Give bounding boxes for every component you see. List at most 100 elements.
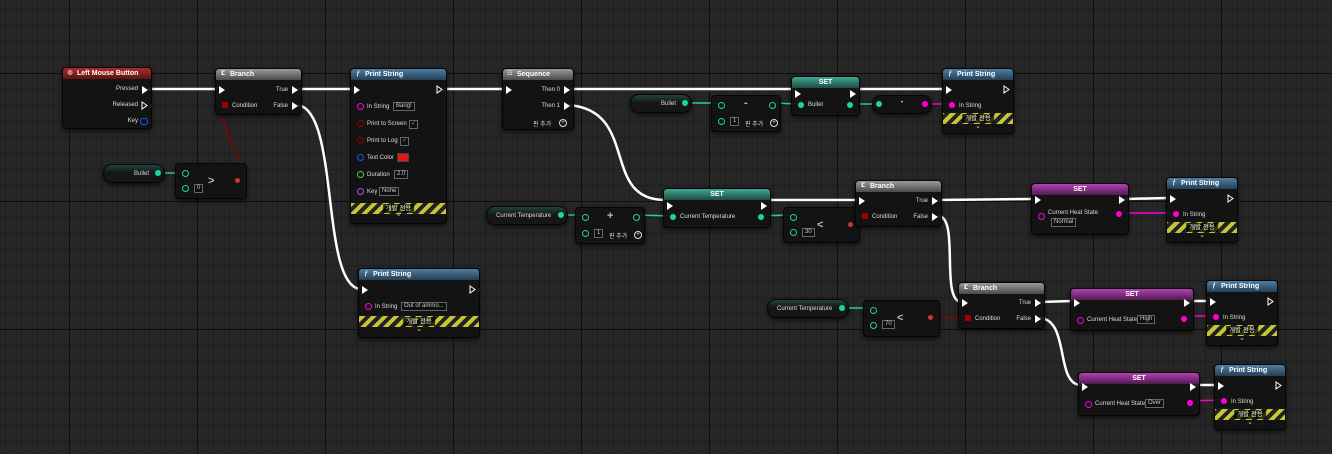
set-bullet-in-pin[interactable] — [798, 102, 804, 108]
add-add-pin-label[interactable]: 핀 추가 — [609, 231, 627, 240]
in-string-pin[interactable] — [949, 102, 955, 108]
conversion-out-pin[interactable] — [922, 101, 928, 107]
branch-false-pin[interactable] — [1035, 315, 1041, 323]
less-a-pin[interactable] — [870, 307, 877, 314]
then1-pin[interactable] — [564, 102, 570, 110]
set-heat-state-out-pin[interactable] — [1181, 316, 1187, 322]
branch-false-pin[interactable] — [292, 102, 298, 110]
print-string-node-4[interactable]: ƒ Print String In String 개발 전용 ⌄ — [1166, 177, 1238, 243]
in-string-value[interactable]: Bang! — [393, 102, 415, 111]
branch-exec-in[interactable] — [219, 86, 225, 94]
set-exec-in[interactable] — [1035, 196, 1041, 204]
print-string-node-1[interactable]: ƒ Print String In String Bang! Print to S… — [350, 68, 447, 224]
greater-result-pin[interactable] — [235, 178, 240, 183]
set-heat-state-out-pin[interactable] — [1116, 211, 1122, 217]
branch-false-pin[interactable] — [932, 213, 938, 221]
expand-arrow-icon[interactable]: ⌄ — [1215, 419, 1285, 427]
in-string-pin[interactable] — [1213, 314, 1219, 320]
set-heat-state-out-pin[interactable] — [1187, 400, 1193, 406]
duration-value[interactable]: 2.0 — [394, 170, 409, 179]
print-exec-in[interactable] — [1218, 382, 1224, 390]
in-string-pin[interactable] — [365, 303, 372, 310]
print-string-node-6[interactable]: ƒ Print String In String 개발 전용 ⌄ — [1214, 364, 1286, 430]
branch-node-2[interactable]: ⵎ Branch True Condition False — [855, 180, 942, 227]
subtract-result-pin[interactable] — [769, 102, 776, 109]
collapse-arrow-icon[interactable]: ⌃ — [351, 214, 446, 222]
text-color-swatch[interactable] — [397, 153, 409, 162]
int-to-string-conversion-node[interactable]: • — [872, 95, 932, 114]
set-exec-in[interactable] — [1082, 383, 1088, 391]
print-to-screen-checkbox[interactable]: ✓ — [409, 120, 418, 129]
set-heat-state-over-node[interactable]: SET Current Heat State Over — [1078, 372, 1200, 416]
in-string-pin[interactable] — [1173, 211, 1179, 217]
add-result-pin[interactable] — [633, 214, 640, 221]
branch-exec-in[interactable] — [859, 197, 865, 205]
print-exec-out[interactable] — [1227, 194, 1234, 203]
print-exec-out[interactable] — [1267, 297, 1274, 306]
bullet-out-pin[interactable] — [682, 100, 688, 106]
less-than-70-node[interactable]: < 70 — [863, 300, 940, 337]
released-exec-pin[interactable] — [141, 101, 148, 110]
print-to-log-pin[interactable] — [357, 137, 364, 144]
set-exec-in[interactable] — [667, 202, 673, 210]
branch-true-pin[interactable] — [932, 197, 938, 205]
branch-condition-pin[interactable] — [862, 213, 868, 219]
current-temperature-getter-node[interactable]: Current Temperature — [486, 206, 568, 225]
less-result-pin[interactable] — [928, 315, 933, 320]
greater-b-pin[interactable] — [182, 185, 189, 192]
subtract-add-pin-icon[interactable]: + — [770, 119, 778, 127]
set-exec-in[interactable] — [795, 90, 801, 98]
then0-pin[interactable] — [564, 86, 570, 94]
greater-a-pin[interactable] — [182, 170, 189, 177]
print-string-node-3[interactable]: ƒ Print String In String 개발 전용 ⌄ — [942, 68, 1014, 134]
expand-arrow-icon[interactable]: ⌄ — [1167, 232, 1237, 240]
set-exec-out[interactable] — [1119, 196, 1125, 204]
sequence-exec-in[interactable] — [506, 86, 512, 94]
in-string-pin[interactable] — [1221, 398, 1227, 404]
subtract-add-pin-label[interactable]: 핀 추가 — [745, 119, 763, 128]
add-b-value[interactable]: 1 — [594, 229, 604, 238]
print-exec-out[interactable] — [1275, 381, 1282, 390]
less-result-pin[interactable] — [848, 222, 853, 227]
set-exec-out[interactable] — [1190, 383, 1196, 391]
set-current-temperature-node[interactable]: SET Current Temperature — [663, 188, 771, 228]
subtract-b-pin[interactable] — [718, 118, 725, 125]
conversion-in-pin[interactable] — [876, 101, 882, 107]
left-mouse-button-event-node[interactable]: ◍ Left Mouse Button Pressed Released Key — [62, 67, 152, 129]
less-a-pin[interactable] — [790, 214, 797, 221]
set-exec-out[interactable] — [850, 90, 856, 98]
print-exec-in[interactable] — [946, 86, 952, 94]
current-temperature-getter-node-2[interactable]: Current Temperature — [767, 299, 849, 318]
add-pin-label[interactable]: 핀 추가 — [533, 119, 551, 128]
branch-node-3[interactable]: ⵎ Branch True Condition False — [958, 282, 1045, 329]
key-struct-pin[interactable] — [140, 118, 148, 125]
print-exec-out[interactable] — [1003, 85, 1010, 94]
less-b-value[interactable]: 30 — [802, 228, 815, 237]
greater-b-value[interactable]: 0 — [194, 184, 204, 193]
bullet-out-pin[interactable] — [155, 170, 161, 176]
print-string-node-2[interactable]: ƒ Print String In String Out of ammo... 개… — [358, 268, 480, 338]
greater-than-node[interactable]: > 0 — [175, 163, 247, 199]
subtract-a-pin[interactable] — [718, 102, 725, 109]
print-exec-in[interactable] — [354, 86, 360, 94]
branch-true-pin[interactable] — [1035, 299, 1041, 307]
less-b-pin[interactable] — [870, 322, 877, 329]
current-temperature-out-pin[interactable] — [558, 212, 564, 218]
branch-node-1[interactable]: ⵎ Branch True Condition False — [215, 68, 302, 115]
print-exec-in[interactable] — [362, 286, 368, 294]
expand-arrow-icon[interactable]: ⌄ — [1207, 335, 1277, 343]
set-heat-state-normal-node[interactable]: SET Current Heat State Normal — [1031, 183, 1129, 235]
set-bullet-node[interactable]: SET Bullet — [791, 76, 860, 116]
print-to-screen-pin[interactable] — [357, 120, 364, 127]
set-heat-state-in-pin[interactable] — [1038, 213, 1045, 220]
in-string-pin[interactable] — [357, 103, 364, 110]
in-string-value[interactable]: Out of ammo... — [401, 302, 447, 311]
print-exec-out[interactable] — [469, 285, 476, 294]
branch-true-pin[interactable] — [292, 86, 298, 94]
sequence-node[interactable]: ☷ Sequence Then 0 Then 1 핀 추가 + — [502, 68, 574, 130]
set-exec-in[interactable] — [1074, 299, 1080, 307]
add-a-pin[interactable] — [582, 214, 589, 221]
print-exec-in[interactable] — [1210, 298, 1216, 306]
set-exec-out[interactable] — [1184, 299, 1190, 307]
add-node[interactable]: + 1 핀 추가 + — [575, 207, 645, 244]
